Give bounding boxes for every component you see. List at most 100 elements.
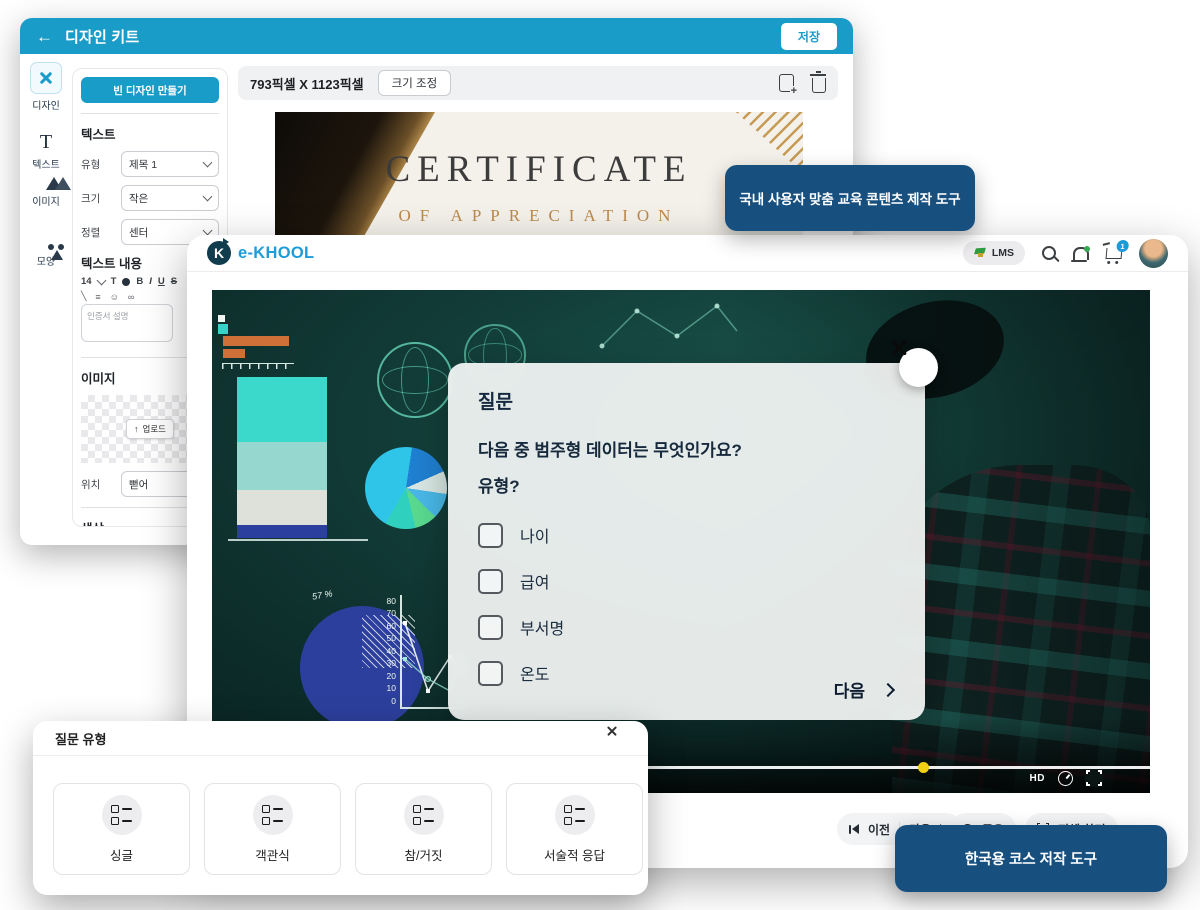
- design-tool-icon: [30, 62, 62, 94]
- underline-icon[interactable]: U: [158, 276, 165, 287]
- previous-button[interactable]: 이전: [868, 821, 890, 838]
- ekhool-logo[interactable]: K e-KHOOL: [207, 238, 314, 265]
- certificate-description-textarea[interactable]: [81, 304, 173, 342]
- popup-close-button[interactable]: [612, 731, 626, 745]
- upload-arrow-icon: ↑: [134, 424, 139, 434]
- popup-title: 질문 유형: [55, 731, 107, 747]
- callout-course-tool: 한국용 코스 저작 도구: [895, 825, 1167, 892]
- video-tool-cluster: HD: [1030, 769, 1103, 787]
- ekhool-logo-icon: K: [207, 238, 231, 265]
- type-card-descriptive[interactable]: 서술적 응답: [506, 783, 643, 875]
- chevron-down-icon: [202, 225, 213, 236]
- field-label: 정렬: [81, 226, 101, 239]
- fullscreen-icon[interactable]: [1085, 769, 1103, 787]
- user-avatar[interactable]: [1139, 238, 1168, 268]
- notification-bell-icon[interactable]: [1071, 245, 1090, 262]
- sidebar-label: 텍스트: [32, 160, 60, 171]
- size-select[interactable]: 작은: [121, 185, 219, 211]
- text-tool-icon: T: [39, 131, 53, 153]
- type-card-label: 참/거짓: [404, 848, 443, 863]
- quiz-question-line1: 다음 중 범주형 데이터는 무엇인가요?: [478, 441, 742, 460]
- checkbox[interactable]: [478, 568, 503, 594]
- sidebar-item-shape[interactable]: 모양: [20, 244, 72, 268]
- save-button[interactable]: 저장: [780, 22, 837, 50]
- type-card-true-false[interactable]: 참/거짓: [355, 783, 492, 875]
- quiz-option-row[interactable]: 부서명: [478, 614, 895, 640]
- new-page-icon[interactable]: [779, 74, 798, 97]
- previous-icon: [849, 824, 859, 834]
- sidebar-item-design[interactable]: 디자인: [20, 62, 72, 112]
- quiz-option-row[interactable]: 온도: [478, 660, 895, 686]
- quiz-option-row[interactable]: 나이: [478, 522, 895, 548]
- text-style-icon[interactable]: T: [111, 276, 117, 287]
- checklist-icon-chip: [101, 794, 142, 835]
- color-swatch-icon[interactable]: [122, 277, 131, 286]
- cart-icon[interactable]: 1: [1105, 239, 1130, 259]
- sidebar-item-image[interactable]: 이미지: [20, 177, 72, 208]
- quiz-close-button[interactable]: [899, 348, 938, 387]
- trash-icon[interactable]: [810, 71, 826, 93]
- select-value: 제목 1: [129, 158, 158, 171]
- chevron-down-icon: [202, 191, 213, 202]
- select-value: 뻗어: [129, 478, 149, 491]
- chevron-down-icon: [202, 157, 213, 168]
- quiz-next-button[interactable]: 다음: [833, 677, 896, 702]
- lms-pill-label: LMS: [991, 247, 1014, 259]
- option-label: 온도: [520, 667, 550, 684]
- sidebar-label: 이미지: [32, 197, 60, 208]
- select-value: 센터: [129, 226, 149, 239]
- checkbox[interactable]: [478, 660, 503, 686]
- video-player[interactable]: 57 % 8070 6050 4030 2010 0: [212, 290, 1150, 793]
- option-label: 나이: [520, 529, 550, 546]
- create-blank-design-button[interactable]: 빈 디자인 만들기: [81, 77, 219, 103]
- checklist-icon-chip: [252, 794, 293, 835]
- strikethrough-icon[interactable]: S: [171, 276, 177, 287]
- type-select[interactable]: 제목 1: [121, 151, 219, 177]
- next-label: 다음: [833, 682, 865, 701]
- chevron-right-icon: [880, 682, 896, 697]
- design-kit-sidebar: 디자인 T 텍스트 이미지 모양: [20, 54, 72, 545]
- upload-button[interactable]: ↑ 업로드: [126, 419, 174, 439]
- back-arrow-icon[interactable]: ←: [36, 28, 53, 45]
- graduation-cap-icon: [974, 248, 986, 258]
- field-row-type: 유형 제목 1: [81, 151, 219, 177]
- search-icon[interactable]: [1042, 246, 1056, 260]
- video-progress-handle[interactable]: [918, 762, 929, 773]
- link-icon[interactable]: ∞: [128, 292, 134, 302]
- sidebar-item-text[interactable]: T 텍스트: [20, 132, 72, 171]
- canvas-toolbar: 793픽셀 X 1123픽셀 크기 조정: [238, 66, 838, 100]
- playback-speed-icon[interactable]: [1058, 770, 1073, 786]
- lms-header: K e-KHOOL LMS 1: [187, 235, 1188, 272]
- emoji-icon[interactable]: ☺: [110, 292, 119, 302]
- divider: [81, 113, 219, 114]
- sidebar-label: 모양: [36, 257, 56, 268]
- quiz-option-row[interactable]: 급여: [478, 568, 895, 594]
- lms-mode-pill[interactable]: LMS: [962, 241, 1025, 265]
- certificate-subtitle: OF APPRECIATION: [398, 206, 680, 225]
- quiz-question-line2: 유형?: [478, 476, 520, 496]
- italic-icon[interactable]: I: [149, 276, 152, 287]
- list-icon[interactable]: ≡: [95, 292, 100, 302]
- type-card-label: 싱글: [109, 848, 133, 863]
- field-label: 위치: [81, 478, 101, 491]
- hd-quality-label[interactable]: HD: [1030, 773, 1045, 784]
- certificate-title: CERTIFICATE: [385, 149, 693, 190]
- bold-icon[interactable]: B: [136, 276, 143, 287]
- quiz-modal: 질문 다음 중 범주형 데이터는 무엇인가요? 유형? 나이 급여 부서명 온도…: [448, 363, 925, 720]
- font-size-value[interactable]: 14: [81, 276, 92, 287]
- option-label: 급여: [520, 575, 550, 592]
- notification-dot: [1084, 245, 1090, 252]
- cart-count-badge: 1: [1116, 239, 1130, 252]
- upload-label: 업로드: [142, 424, 166, 434]
- checklist-icon-chip: [403, 794, 444, 835]
- pencil-icon[interactable]: ╲: [81, 291, 86, 302]
- checkbox[interactable]: [478, 522, 503, 548]
- resize-button[interactable]: 크기 조정: [377, 70, 452, 96]
- checkbox[interactable]: [478, 614, 503, 640]
- design-kit-title: 디자인 키트: [65, 28, 140, 46]
- canvas-size-label: 793픽셀 X 1123픽셀: [250, 76, 364, 92]
- type-card-multiple-choice[interactable]: 객관식: [204, 783, 341, 875]
- callout-content-tool: 국내 사용자 맞춤 교육 콘텐츠 제작 도구: [725, 165, 975, 231]
- type-card-single[interactable]: 싱글: [53, 783, 190, 875]
- question-type-popup: 질문 유형 싱글 객관식 참/거짓 서술적 응답: [33, 721, 648, 895]
